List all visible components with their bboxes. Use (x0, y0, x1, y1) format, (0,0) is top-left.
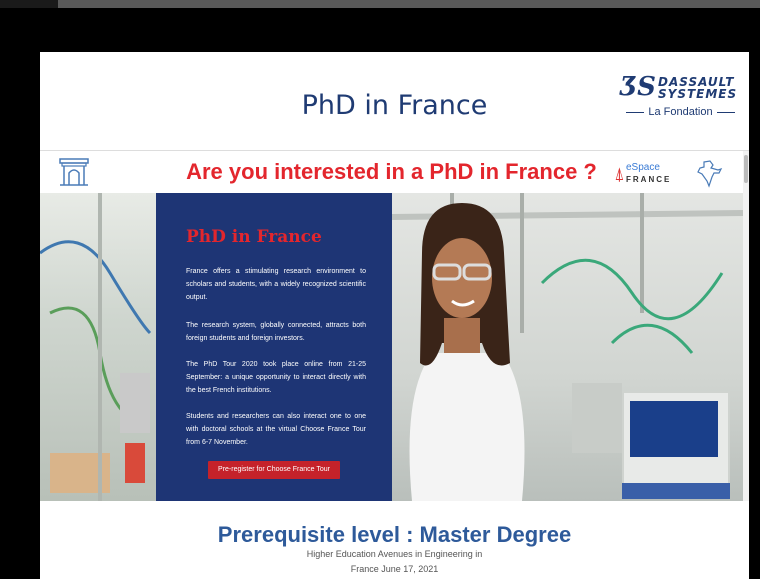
panel-title: PhD in France (186, 227, 322, 247)
lab-tubes-left (40, 193, 152, 501)
slide-header: PhD in France ƷS DASSAULT SYSTEMES La Fo… (40, 52, 749, 150)
monitor-screen (630, 401, 718, 457)
info-panel: PhD in France France offers a stimulatin… (156, 193, 392, 501)
embed-scrollbar[interactable] (743, 151, 749, 501)
prerequisite-heading: Prerequisite level : Master Degree (217, 522, 572, 547)
window-top-bar-dark (0, 0, 58, 8)
ds-name: DASSAULT SYSTEMES (658, 76, 737, 100)
embedded-webpage: Are you interested in a PhD in France ? … (40, 150, 749, 501)
panel-paragraph-2: The research system, globally connected,… (186, 322, 366, 342)
eiffel-tower-icon: ⍋ (614, 164, 625, 184)
lab-monitor (622, 391, 730, 499)
espace-line2: FRANCE (626, 175, 672, 184)
lab-background-left (40, 193, 156, 501)
panel-paragraph-4: Students and researchers can also intera… (186, 413, 366, 446)
panel-paragraph-1: France offers a stimulating research env… (186, 268, 366, 301)
ds-foundation-label: La Fondation (618, 106, 743, 118)
dassault-logo: ƷS DASSAULT SYSTEMES La Fondation (618, 70, 743, 122)
page-banner: Are you interested in a PhD in France ? … (40, 151, 743, 193)
ds-mark-icon: ƷS (620, 72, 656, 102)
espace-france-logo: ⍋ eSpace FRANCE (614, 163, 674, 187)
espace-line1: eSpace (626, 162, 660, 173)
caption-line-1: Higher Education Avenues in Engineering … (306, 549, 483, 559)
caption-line-2: France June 17, 2021 (350, 564, 439, 574)
panel-paragraph-3: The PhD Tour 2020 took place online from… (186, 361, 366, 394)
hero-image: PhD in France France offers a stimulatin… (40, 193, 743, 501)
presentation-slide: PhD in France ƷS DASSAULT SYSTEMES La Fo… (40, 52, 749, 579)
monitor-base (622, 483, 730, 499)
pre-register-button[interactable]: Pre-register for Choose France Tour (208, 461, 340, 479)
embed-scrollbar-thumb[interactable] (744, 155, 748, 183)
ds-name-line2: SYSTEMES (658, 87, 738, 101)
india-map-icon (697, 160, 723, 188)
window-top-bar (0, 0, 760, 8)
scientist-portrait (409, 203, 525, 501)
